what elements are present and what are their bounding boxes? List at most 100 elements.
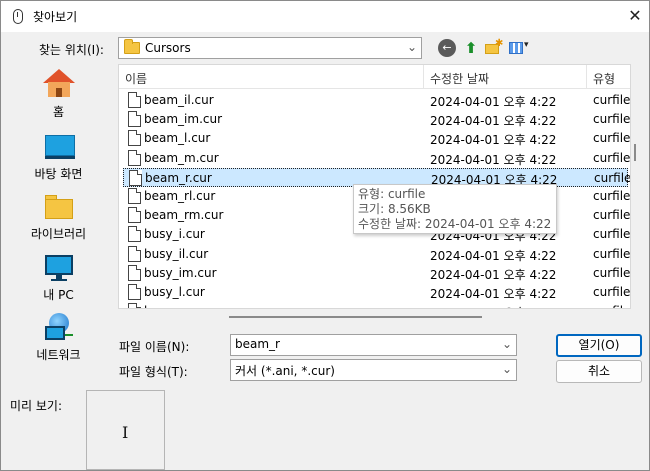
file-type: curfile: [593, 150, 631, 165]
file-name: beam_l.cur: [144, 131, 211, 146]
file-name: beam_rm.cur: [144, 208, 224, 223]
file-date: 2024-04-01 오후 4:22: [430, 133, 557, 148]
file-row[interactable]: busy_im.cur 2024-04-01 오후 4:22 curfile: [123, 264, 631, 283]
file-row[interactable]: beam_l.cur 2024-04-01 오후 4:22 curfile: [123, 129, 631, 148]
file-row[interactable]: busy_il.cur 2024-04-01 오후 4:22 curfile: [123, 245, 631, 264]
title-bar: 찾아보기 ✕: [1, 1, 649, 32]
file-icon: [128, 188, 141, 204]
file-type: curfile: [593, 208, 631, 223]
chevron-down-icon[interactable]: ⌄: [407, 40, 417, 54]
file-type: curfile: [593, 189, 631, 203]
place-home[interactable]: 홈: [7, 65, 110, 125]
chevron-down-icon: ▾: [524, 40, 529, 50]
file-row[interactable]: beam_il.cur 2024-04-01 오후 4:22 curfile: [123, 91, 631, 110]
file-type: curfile: [593, 112, 631, 127]
horizontal-scrollbar-thumb[interactable]: [229, 316, 482, 318]
folder-icon: [124, 39, 140, 54]
file-name: beam_im.cur: [144, 112, 223, 127]
home-icon: [43, 69, 75, 99]
file-type: curfile: [593, 304, 630, 308]
place-label: 라이브러리: [30, 227, 87, 241]
chevron-down-icon[interactable]: ⌄: [502, 362, 512, 376]
file-type: curfile: [593, 285, 631, 299]
up-folder-button[interactable]: ⬆: [462, 39, 480, 57]
library-icon: [43, 191, 75, 221]
filetype-label: 파일 형식(T):: [119, 365, 188, 379]
file-icon: [128, 207, 141, 224]
tooltip-type: 유형: curfile: [358, 187, 426, 201]
lookin-combo[interactable]: Cursors ⌄: [118, 37, 422, 59]
desktop-icon: [43, 131, 75, 161]
vertical-scrollbar-thumb[interactable]: [634, 144, 636, 161]
file-type: curfile: [593, 227, 631, 242]
file-name: busy_m.cur: [144, 304, 213, 308]
file-type: curfile: [593, 131, 631, 146]
file-date: 2024-04-01 오후 4:22: [430, 248, 557, 263]
preview-label: 미리 보기:: [10, 399, 63, 413]
file-name: busy_l.cur: [144, 285, 205, 299]
column-header-name[interactable]: 이름: [125, 70, 147, 87]
column-header-type[interactable]: 유형: [593, 70, 615, 87]
place-library[interactable]: 라이브러리: [7, 187, 110, 247]
file-icon: [128, 303, 141, 308]
file-type: curfile: [593, 246, 631, 261]
network-icon: [43, 312, 75, 342]
column-divider[interactable]: [586, 65, 587, 89]
lookin-label: 찾는 위치(I):: [39, 43, 104, 57]
close-button[interactable]: ✕: [623, 5, 647, 27]
places-bar: 홈 바탕 화면 라이브러리 내 PC 네트워크: [7, 65, 110, 379]
file-row[interactable]: busy_m.cur 2024-04-01 오후 4:22 curfile: [123, 302, 630, 308]
file-info-tooltip: 유형: curfile 크기: 8.56KB 수정한 날짜: 2024-04-0…: [353, 184, 557, 234]
tooltip-size: 크기: 8.56KB: [358, 202, 431, 216]
tooltip-date: 수정한 날짜: 2024-04-01 오후 4:22: [358, 217, 552, 231]
filetype-select[interactable]: 커서 (*.ani, *.cur) ⌄: [230, 359, 517, 381]
window-title: 찾아보기: [33, 10, 78, 24]
place-desktop[interactable]: 바탕 화면: [7, 127, 110, 187]
file-name: busy_im.cur: [144, 265, 217, 280]
back-button[interactable]: ←: [438, 39, 456, 57]
file-icon: [128, 149, 141, 166]
file-date: 2024-04-01 오후 4:22: [430, 152, 557, 167]
open-button[interactable]: 열기(O): [556, 334, 642, 357]
filename-input[interactable]: beam_r ⌄: [230, 334, 517, 356]
file-icon: [128, 245, 141, 262]
place-label: 네트워크: [36, 348, 81, 362]
file-row[interactable]: busy_l.cur 2024-04-01 오후 4:22 curfile: [123, 283, 631, 302]
place-label: 홈: [52, 105, 65, 119]
file-date: 2024-04-01 오후 4:22: [430, 304, 556, 308]
list-header: ^ 이름 수정한 날짜 유형: [119, 64, 630, 89]
file-icon: [128, 264, 141, 281]
chevron-down-icon[interactable]: ⌄: [502, 337, 512, 351]
sort-indicator-icon: ^: [267, 64, 275, 72]
file-name: beam_il.cur: [144, 93, 214, 107]
file-date: 2024-04-01 오후 4:22: [430, 287, 557, 301]
column-header-date[interactable]: 수정한 날짜: [430, 70, 489, 87]
file-icon: [128, 226, 141, 243]
new-folder-button[interactable]: ✱: [484, 38, 504, 57]
view-menu-button[interactable]: ▾: [509, 39, 533, 57]
file-row[interactable]: beam_m.cur 2024-04-01 오후 4:22 curfile: [123, 149, 631, 168]
file-row[interactable]: beam_im.cur 2024-04-01 오후 4:22 curfile: [123, 110, 631, 129]
new-star-icon: ✱: [495, 38, 504, 49]
file-type: curfile: [593, 265, 631, 280]
place-pc[interactable]: 내 PC: [7, 248, 110, 308]
file-date: 2024-04-01 오후 4:22: [430, 114, 557, 129]
file-icon: [128, 284, 141, 300]
filename-label: 파일 이름(N):: [119, 340, 190, 354]
file-type: curfile: [593, 93, 631, 107]
file-name: beam_r.cur: [145, 170, 212, 185]
lookin-value: Cursors: [145, 41, 191, 55]
file-name: beam_m.cur: [144, 150, 219, 165]
place-network[interactable]: 네트워크: [7, 308, 110, 368]
file-icon: [129, 169, 142, 186]
file-type: curfile: [594, 170, 631, 185]
file-icon: [128, 92, 141, 108]
place-label: 바탕 화면: [34, 167, 83, 181]
file-date: 2024-04-01 오후 4:22: [430, 267, 557, 282]
file-icon: [128, 111, 141, 128]
cancel-button[interactable]: 취소: [556, 360, 642, 383]
ibeam-cursor-icon: I: [122, 423, 129, 442]
file-icon: [128, 130, 141, 147]
preview-pane: I: [86, 390, 165, 470]
column-divider[interactable]: [423, 65, 424, 89]
